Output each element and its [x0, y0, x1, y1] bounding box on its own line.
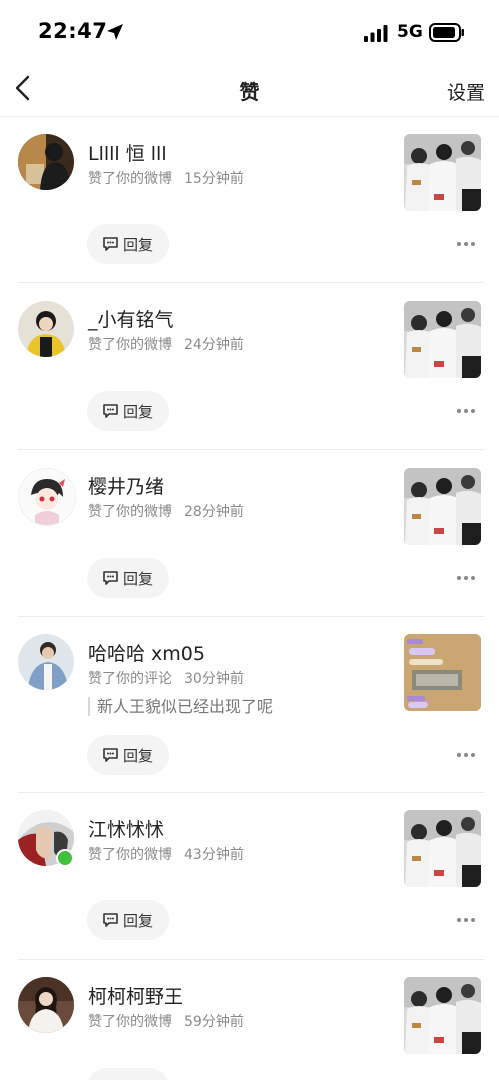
reply-button[interactable]: 回复 — [87, 558, 169, 598]
battery-icon — [429, 23, 464, 42]
status-bar: 22:47 5G — [0, 0, 499, 62]
reply-button[interactable]: 回复 — [87, 224, 169, 264]
user-name[interactable]: 柯柯柯野王 — [88, 982, 183, 1009]
post-thumbnail[interactable] — [404, 634, 481, 711]
avatar[interactable] — [18, 977, 74, 1033]
user-name[interactable]: _小有铭气 — [88, 305, 174, 332]
more-dots-icon[interactable] — [456, 407, 476, 415]
reply-label: 回复 — [123, 403, 154, 421]
location-arrow-icon — [107, 24, 123, 40]
reply-button[interactable]: 回复 — [87, 900, 169, 940]
comment-quote[interactable]: 新人王貌似已经出现了呢 — [88, 697, 273, 716]
action-line: 赞了你的微博 59分钟前 — [88, 1011, 244, 1031]
reply-button[interactable]: 回复 — [87, 735, 169, 775]
settings-link[interactable]: 设置 — [447, 78, 485, 105]
list-item[interactable]: Lllll 恒 lll 赞了你的微博 15分钟前 回复 — [0, 117, 499, 283]
user-name[interactable]: 樱井乃绪 — [88, 472, 164, 499]
action-text: 赞了你的微博 — [88, 337, 172, 353]
post-thumbnail[interactable] — [404, 977, 481, 1054]
action-line: 赞了你的微博 28分钟前 — [88, 501, 244, 521]
avatar[interactable] — [18, 634, 74, 690]
reply-label: 回复 — [123, 236, 154, 254]
user-name[interactable]: 江怵怵怵 — [88, 815, 164, 842]
time-ago: 43分钟前 — [184, 847, 244, 863]
time-ago: 30分钟前 — [184, 671, 244, 687]
avatar[interactable] — [18, 134, 74, 190]
action-line: 赞了你的微博 43分钟前 — [88, 844, 244, 864]
post-thumbnail[interactable] — [404, 134, 481, 211]
action-text: 赞了你的评论 — [88, 671, 172, 687]
reply-button[interactable]: 回复 — [87, 1068, 169, 1080]
action-text: 赞了你的微博 — [88, 171, 172, 187]
comment-bubble-icon — [103, 237, 118, 251]
reply-label: 回复 — [123, 912, 154, 930]
list-item[interactable]: 哈哈哈 xm05 赞了你的评论 30分钟前 新人王貌似已经出现了呢 回复 — [0, 617, 499, 793]
avatar[interactable] — [18, 468, 76, 526]
action-line: 赞了你的评论 30分钟前 — [88, 668, 244, 688]
likes-screen: 22:47 5G 赞 设置 Lllll 恒 lll 赞了你的微博 15分钟前 回… — [0, 0, 499, 1080]
reply-label: 回复 — [123, 570, 154, 588]
comment-bubble-icon — [103, 571, 118, 585]
post-thumbnail[interactable] — [404, 468, 481, 545]
time-ago: 59分钟前 — [184, 1014, 244, 1030]
list-item[interactable]: 江怵怵怵 赞了你的微博 43分钟前 回复 — [0, 793, 499, 960]
action-line: 赞了你的微博 24分钟前 — [88, 334, 244, 354]
network-label: 5G — [397, 22, 423, 42]
status-time: 22:47 — [38, 19, 108, 43]
list-item[interactable]: _小有铭气 赞了你的微博 24分钟前 回复 — [0, 283, 499, 450]
action-text: 赞了你的微博 — [88, 504, 172, 520]
post-thumbnail[interactable] — [404, 301, 481, 378]
user-name[interactable]: 哈哈哈 xm05 — [88, 639, 205, 666]
reply-label: 回复 — [123, 747, 154, 765]
user-name[interactable]: Lllll 恒 lll — [88, 139, 167, 166]
action-line: 赞了你的微博 15分钟前 — [88, 168, 244, 188]
time-ago: 24分钟前 — [184, 337, 244, 353]
action-text: 赞了你的微博 — [88, 847, 172, 863]
list-item[interactable]: 柯柯柯野王 赞了你的微博 59分钟前 回复 — [0, 960, 499, 1080]
cellular-signal-icon — [364, 25, 388, 42]
time-ago: 28分钟前 — [184, 504, 244, 520]
more-dots-icon[interactable] — [456, 574, 476, 582]
more-dots-icon[interactable] — [456, 916, 476, 924]
online-status-dot — [56, 849, 74, 867]
action-text: 赞了你的微博 — [88, 1014, 172, 1030]
avatar[interactable] — [18, 301, 74, 357]
list-item[interactable]: 樱井乃绪 赞了你的微博 28分钟前 回复 — [0, 450, 499, 617]
comment-bubble-icon — [103, 913, 118, 927]
nav-bar: 赞 设置 — [0, 62, 499, 117]
comment-bubble-icon — [103, 404, 118, 418]
more-dots-icon[interactable] — [456, 751, 476, 759]
more-dots-icon[interactable] — [456, 240, 476, 248]
time-ago: 15分钟前 — [184, 171, 244, 187]
page-title: 赞 — [239, 80, 260, 104]
post-thumbnail[interactable] — [404, 810, 481, 887]
comment-bubble-icon — [103, 748, 118, 762]
reply-button[interactable]: 回复 — [87, 391, 169, 431]
